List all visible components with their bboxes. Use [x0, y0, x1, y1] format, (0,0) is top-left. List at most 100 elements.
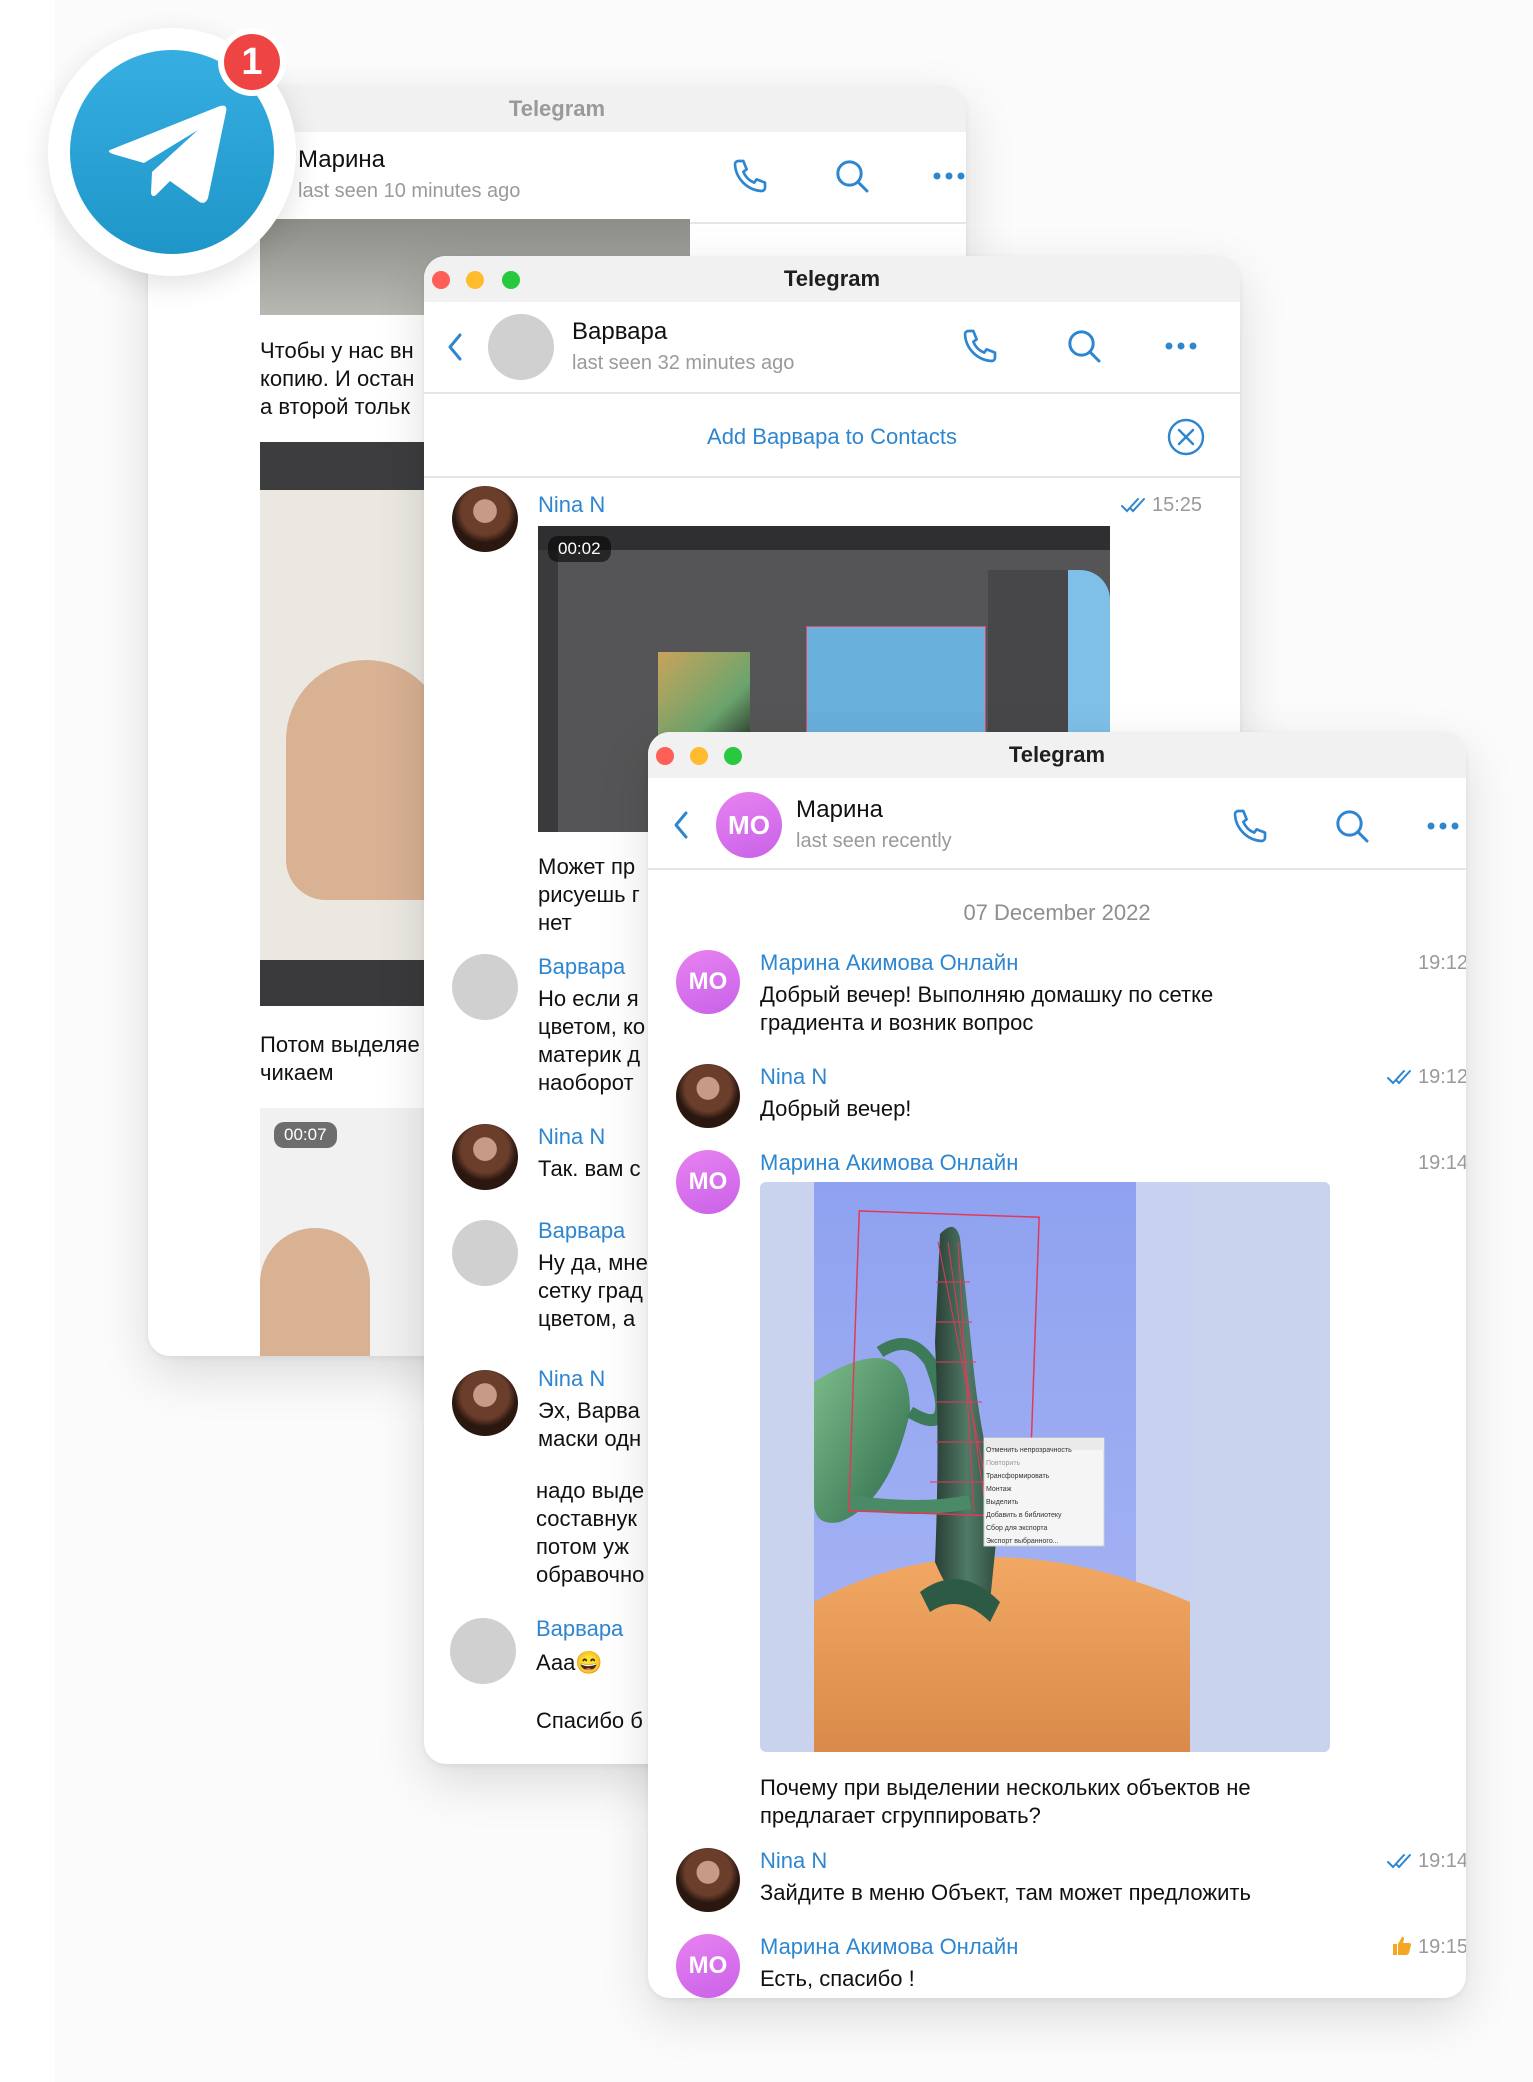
more-icon[interactable]: [1164, 340, 1198, 352]
double-check-icon: [1121, 498, 1145, 513]
message-time: 15:25: [1152, 494, 1203, 516]
context-menu-item: Экспорт выбранного...: [986, 1538, 1059, 1545]
sender-name[interactable]: Варвара: [536, 1616, 623, 1642]
message-time: 19:14: [1418, 1152, 1466, 1174]
message-text: нет: [538, 910, 572, 935]
badge-count: 1: [224, 34, 280, 90]
phone-icon[interactable]: [730, 156, 770, 196]
message-text: Добрый вечер!: [760, 1096, 912, 1121]
silhouette: [260, 1228, 370, 1356]
sender-name[interactable]: Варвара: [538, 1218, 625, 1244]
date-separator: 07 December 2022: [963, 900, 1151, 925]
avatar[interactable]: [450, 1618, 516, 1684]
message-text: Почему при выделении нескольких объектов…: [760, 1775, 1251, 1800]
context-menu-item: Трансформировать: [986, 1473, 1050, 1480]
add-contact-bar: Add Варвара to Contacts: [424, 396, 1240, 478]
phone-icon[interactable]: [1230, 806, 1270, 846]
chat-name[interactable]: Марина: [796, 796, 883, 824]
image-message[interactable]: Отменить непрозрачность Повторить Трансф…: [760, 1182, 1330, 1752]
silhouette: [286, 660, 446, 900]
search-icon[interactable]: [832, 156, 872, 196]
sender-name[interactable]: Nina N: [760, 1848, 827, 1874]
message-text: Так. вам с: [538, 1156, 641, 1181]
message-text: обравочно: [536, 1562, 645, 1587]
message-text: чикаем: [260, 1060, 334, 1085]
avatar[interactable]: МО: [676, 1150, 740, 1214]
context-menu-item: Выделить: [986, 1499, 1019, 1506]
back-chevron-icon[interactable]: [446, 332, 464, 362]
avatar[interactable]: [676, 1848, 740, 1912]
avatar[interactable]: МО: [676, 950, 740, 1014]
app-toolbar: [538, 526, 1110, 550]
context-menu-item: Добавить в библиотеку: [986, 1512, 1062, 1519]
message-time: 19:12: [1418, 1066, 1466, 1088]
video-duration: 00:07: [274, 1122, 337, 1148]
zoom-window-button[interactable]: [724, 747, 742, 765]
message-text: Есть, спасибо !: [760, 1966, 915, 1991]
message-text: маски одн: [538, 1426, 642, 1451]
chat-status: last seen 32 minutes ago: [572, 352, 795, 374]
message-text: цветом, а: [538, 1306, 636, 1331]
message-time: 19:12: [1418, 952, 1466, 974]
phone-icon[interactable]: [960, 326, 1000, 366]
minimize-window-button[interactable]: [466, 271, 484, 289]
more-icon[interactable]: [1426, 820, 1460, 832]
message-text: потом уж: [536, 1534, 629, 1559]
context-menu-item: Сбор для экспорта: [986, 1525, 1048, 1532]
message-text: предлагает сгруппировать?: [760, 1803, 1041, 1828]
context-menu-item: Повторить: [986, 1460, 1021, 1467]
message-text: Потом выделяе: [260, 1032, 420, 1057]
message-text: Добрый вечер! Выполняю домашку по сетке: [760, 982, 1214, 1007]
message-text: цветом, ко: [538, 1014, 646, 1039]
minimize-window-button[interactable]: [690, 747, 708, 765]
avatar[interactable]: [676, 1064, 740, 1128]
context-menu-item: Отменить непрозрачность: [986, 1447, 1072, 1454]
avatar[interactable]: [452, 1370, 518, 1436]
message-time: 19:15: [1418, 1936, 1466, 1958]
chat-name[interactable]: Варвара: [572, 318, 667, 346]
avatar[interactable]: МО: [716, 792, 782, 858]
close-window-button[interactable]: [656, 747, 674, 765]
chat-name[interactable]: Марина: [298, 146, 385, 174]
message-text: материк д: [538, 1042, 641, 1067]
context-menu: Отменить непрозрачность Повторить Трансф…: [986, 1444, 1104, 1548]
message-text: Зайдите в меню Объект, там может предлож…: [760, 1880, 1251, 1905]
chat-status: last seen recently: [796, 830, 952, 852]
message-text: Может пр: [538, 854, 636, 879]
avatar[interactable]: [452, 1220, 518, 1286]
message-text: Чтобы у нас вн: [260, 338, 414, 363]
sender-name[interactable]: Nina N: [538, 1124, 605, 1150]
telegram-logo: 1: [48, 28, 296, 276]
sender-name[interactable]: Марина Акимова Онлайн: [760, 1150, 1018, 1176]
close-circle-icon[interactable]: [1166, 417, 1206, 457]
close-window-button[interactable]: [432, 271, 450, 289]
sender-name[interactable]: Nina N: [538, 492, 605, 518]
double-check-icon: [1387, 1854, 1411, 1869]
chat-header: Варвара last seen 32 minutes ago: [424, 302, 1240, 394]
back-chevron-icon[interactable]: [672, 810, 690, 840]
sender-name[interactable]: Варвара: [538, 954, 625, 980]
more-icon[interactable]: [932, 170, 966, 182]
sender-name[interactable]: Марина Акимова Онлайн: [760, 1934, 1018, 1960]
add-contact-link[interactable]: Add Варвара to Contacts: [424, 424, 1240, 450]
notification-badge: 1: [218, 28, 286, 96]
avatar[interactable]: [452, 1124, 518, 1190]
sender-name[interactable]: Nina N: [538, 1366, 605, 1392]
sender-name[interactable]: Марина Акимова Онлайн: [760, 950, 1018, 976]
avatar[interactable]: МО: [676, 1934, 740, 1998]
thumbs-up-reaction-icon[interactable]: [1390, 1934, 1414, 1958]
search-icon[interactable]: [1332, 806, 1372, 846]
avatar[interactable]: [488, 314, 554, 380]
search-icon[interactable]: [1064, 326, 1104, 366]
zoom-window-button[interactable]: [502, 271, 520, 289]
avatar[interactable]: [452, 954, 518, 1020]
message-text: рисуешь г: [538, 882, 640, 907]
tool-panel: [538, 550, 558, 832]
chat-header: МО Марина last seen recently: [648, 778, 1466, 870]
message-text: надо выде: [536, 1478, 645, 1503]
message-text: а второй тольк: [260, 394, 410, 419]
sender-name[interactable]: Nina N: [760, 1064, 827, 1090]
chat-status: last seen 10 minutes ago: [298, 180, 521, 202]
avatar[interactable]: [452, 486, 518, 552]
message-time: 19:14: [1418, 1850, 1466, 1872]
